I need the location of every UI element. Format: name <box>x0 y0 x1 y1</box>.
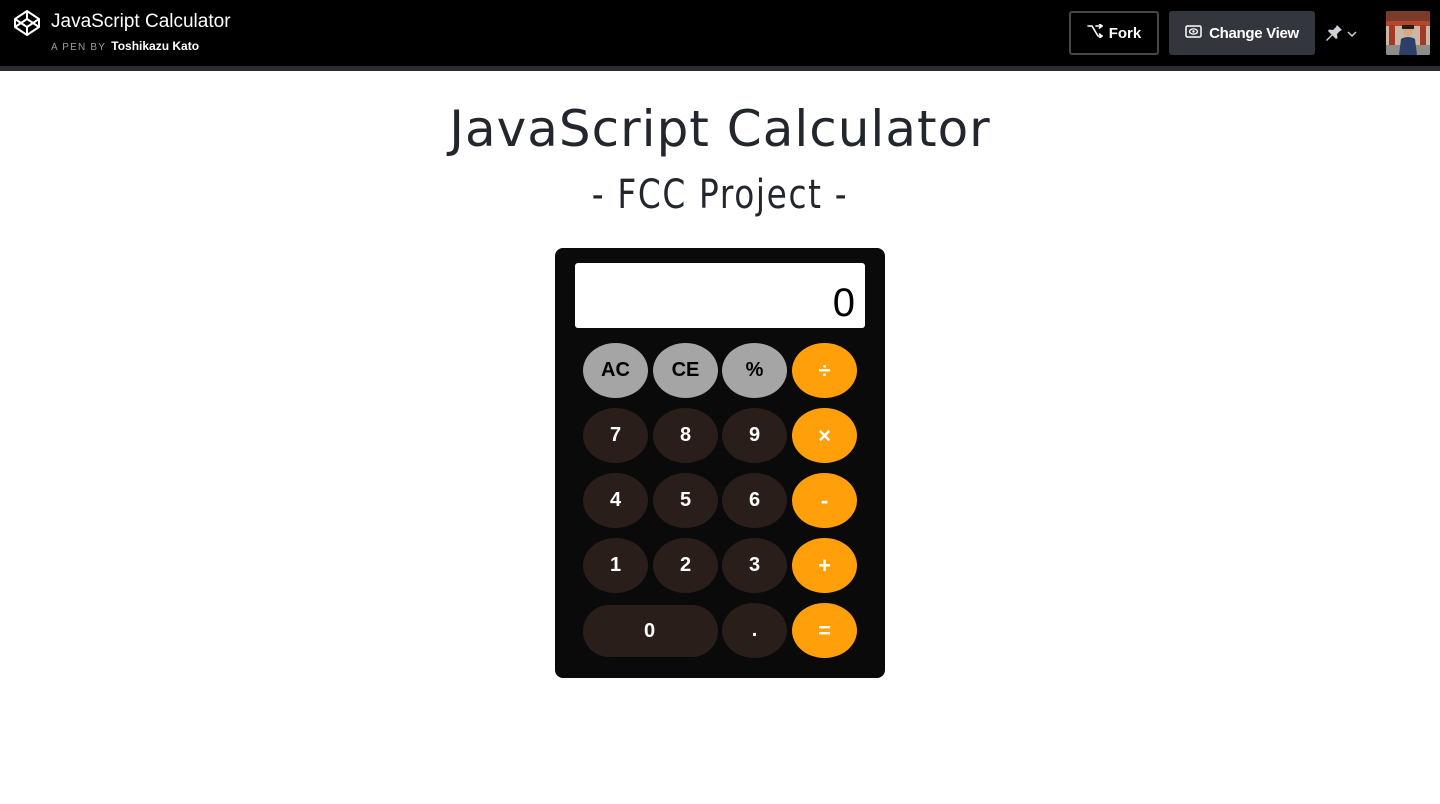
page-title: JavaScript Calculator <box>449 100 991 158</box>
top-bar: JavaScript Calculator A PEN BY Toshikazu… <box>0 0 1440 71</box>
fork-icon <box>1086 23 1104 42</box>
pen-author-line: A PEN BY Toshikazu Kato <box>51 38 199 56</box>
fork-label: Fork <box>1108 24 1142 42</box>
calculator: 0 AC CE % ÷ 7 8 9 × 4 5 6 - 1 2 3 + 0 . … <box>555 248 885 678</box>
page-subtitle: - FCC Project - <box>591 172 849 218</box>
chevron-down-icon <box>1347 25 1357 43</box>
all-clear-button[interactable]: AC <box>583 343 648 398</box>
pen-title[interactable]: JavaScript Calculator <box>51 10 231 34</box>
digit-2-button[interactable]: 2 <box>653 538 718 593</box>
digit-9-button[interactable]: 9 <box>722 408 787 463</box>
calculator-display: 0 <box>575 263 865 328</box>
pin-icon <box>1325 21 1345 48</box>
avatar[interactable] <box>1386 11 1430 55</box>
divide-button[interactable]: ÷ <box>792 343 857 398</box>
digit-3-button[interactable]: 3 <box>722 538 787 593</box>
add-button[interactable]: + <box>792 538 857 593</box>
clear-entry-button[interactable]: CE <box>653 343 718 398</box>
digit-5-button[interactable]: 5 <box>653 473 718 528</box>
pen-by-label: A PEN BY <box>51 42 107 53</box>
digit-1-button[interactable]: 1 <box>583 538 648 593</box>
change-view-button[interactable]: Change View <box>1169 11 1315 55</box>
change-view-label: Change View <box>1209 24 1299 42</box>
digit-0-button[interactable]: 0 <box>583 605 718 657</box>
codepen-logo-icon[interactable] <box>13 9 41 37</box>
digit-8-button[interactable]: 8 <box>653 408 718 463</box>
subtract-button[interactable]: - <box>792 473 857 528</box>
digit-6-button[interactable]: 6 <box>722 473 787 528</box>
percent-button[interactable]: % <box>722 343 787 398</box>
author-link[interactable]: Toshikazu Kato <box>111 39 199 53</box>
multiply-button[interactable]: × <box>792 408 857 463</box>
digit-4-button[interactable]: 4 <box>583 473 648 528</box>
decimal-button[interactable]: . <box>722 603 787 658</box>
eye-icon <box>1185 24 1202 42</box>
pin-menu-button[interactable] <box>1325 20 1361 48</box>
digit-7-button[interactable]: 7 <box>583 408 648 463</box>
fork-button[interactable]: Fork <box>1069 11 1159 55</box>
equals-button[interactable]: = <box>792 603 857 658</box>
